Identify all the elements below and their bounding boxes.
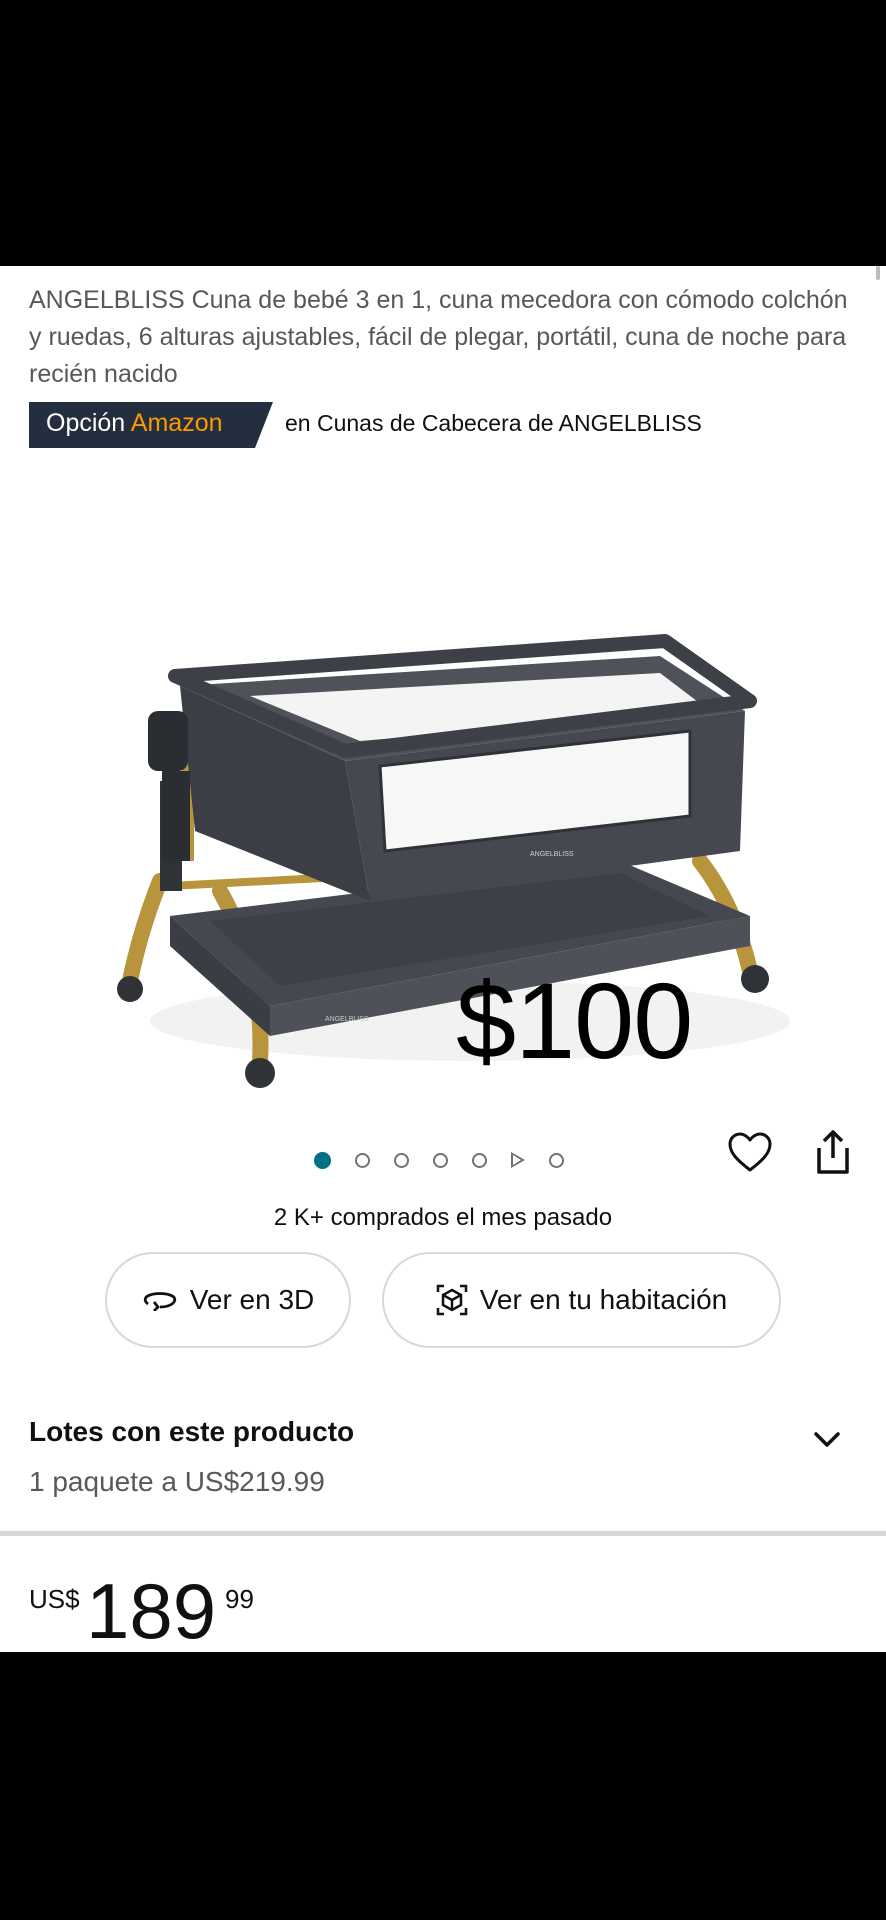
product-page: ANGELBLISS Cuna de bebé 3 en 1, cuna mec… [0, 266, 886, 1652]
share-icon[interactable] [811, 1128, 855, 1176]
video-play-icon[interactable] [511, 1152, 525, 1168]
purchase-count: 2 K+ comprados el mes pasado [273, 1204, 613, 1231]
bundles-subtitle: 1 paquete a US$219.99 [29, 1466, 325, 1497]
carousel-dot-5[interactable] [472, 1152, 487, 1168]
chevron-down-icon[interactable] [812, 1430, 842, 1450]
price-whole: 189 [86, 1567, 217, 1652]
image-price-overlay: $100 [456, 960, 693, 1081]
amazon-choice-badge: Opción Amazon [29, 402, 273, 448]
view-3d-button[interactable]: Ver en 3D [105, 1252, 351, 1348]
carousel-dot-3[interactable] [394, 1152, 409, 1168]
view-in-room-button[interactable]: Ver en tu habitación [382, 1252, 781, 1348]
bundles-title[interactable]: Lotes con este producto [29, 1416, 354, 1448]
badge-label: Opción Amazon [46, 409, 223, 437]
carousel-dot-4[interactable] [433, 1152, 448, 1168]
image-carousel-indicator[interactable] [314, 1143, 588, 1177]
view-3d-label: Ver en 3D [189, 1284, 315, 1315]
product-image[interactable]: ANGELBLISS ANGELBLISS [100, 461, 800, 1136]
carousel-dot-2[interactable] [355, 1152, 370, 1168]
carousel-dot-1[interactable] [314, 1151, 331, 1169]
price-fraction: 99 [225, 1584, 254, 1614]
view-in-room-label: Ver en tu habitación [479, 1284, 728, 1315]
product-title[interactable]: ANGELBLISS Cuna de bebé 3 en 1, cuna mec… [29, 282, 859, 393]
price-currency: US$ [29, 1584, 80, 1614]
rotate-3d-icon [143, 1292, 176, 1311]
badge-accent: Amazon [130, 409, 223, 437]
heart-icon[interactable] [727, 1130, 773, 1176]
bottom-black-area [0, 1652, 886, 1920]
badge-category-link[interactable]: en Cunas de Cabecera de ANGELBLISS [285, 410, 702, 437]
carousel-dot-7[interactable] [549, 1152, 564, 1168]
status-bar-area [0, 0, 886, 266]
scroll-indicator[interactable] [876, 266, 880, 280]
bassinet-brand: ANGELBLISS [530, 851, 574, 858]
ar-cube-icon [436, 1284, 467, 1316]
section-divider [0, 1531, 886, 1536]
basket-brand: ANGELBLISS [325, 1016, 369, 1023]
